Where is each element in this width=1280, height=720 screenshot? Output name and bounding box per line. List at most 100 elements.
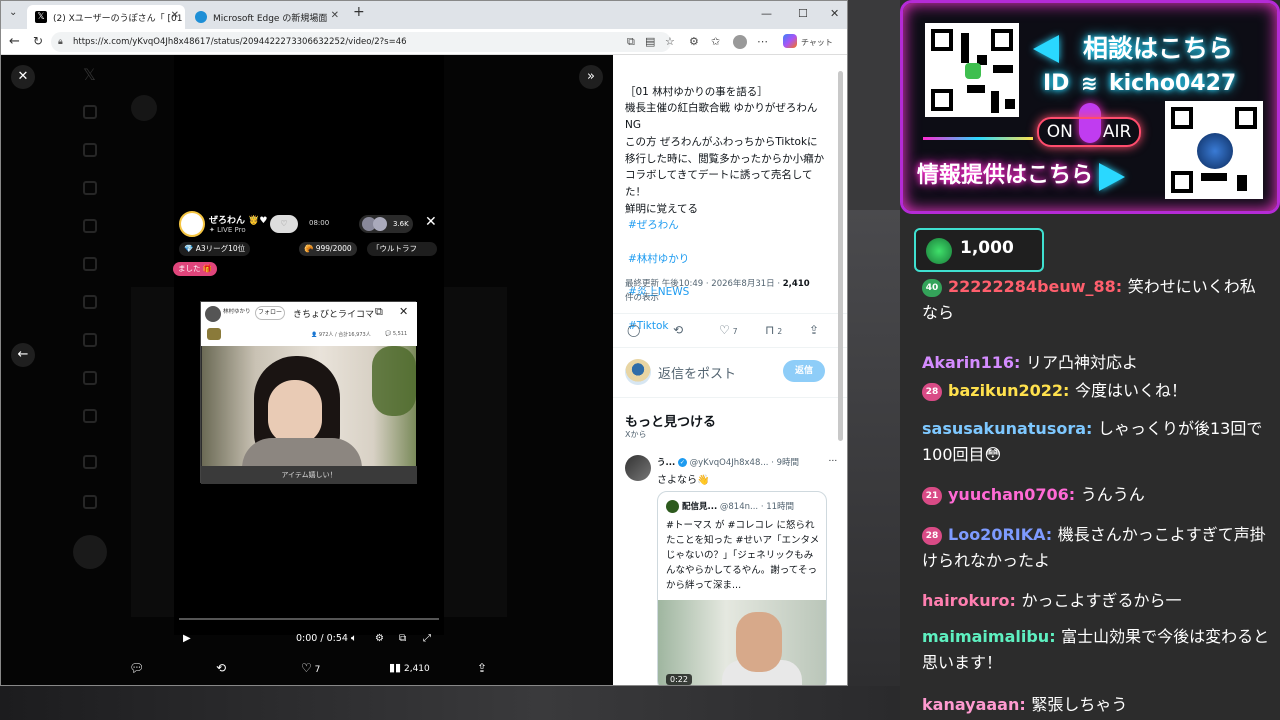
live-header: ぜろわん 🤴♥ ✦ LIVE Pro ♡ 08:00 3.6K ✕ <box>179 211 441 241</box>
play-button[interactable]: ▶ <box>183 633 191 644</box>
fullscreen-icon[interactable]: ⤢ <box>423 633 431 644</box>
sub-title: きちょびとライコマ <box>293 310 375 320</box>
author-avatar <box>131 95 157 121</box>
heart-icon: ♡ <box>301 661 312 675</box>
arrow-right-icon <box>1099 163 1125 191</box>
chat-message: 28 bazikun2022: 今度はいくね！ <box>922 378 1270 404</box>
streamer-name: ぜろわん 🤴♥ <box>209 216 268 226</box>
close-window-icon[interactable]: ✕ <box>830 7 839 20</box>
split-screen-icon[interactable]: ⧉ <box>627 35 635 49</box>
profile-avatar[interactable] <box>733 35 747 49</box>
sub-stats: 👤 972人 / 合計16,973人 <box>311 332 371 338</box>
quote-post[interactable]: 配信見... @814n... · 11時間 #トーマス が #コレコレ に怒ら… <box>657 491 827 685</box>
tweet-actions: ◯ ⟲ ♡ 7 ⊓ 2 ⇪ <box>613 323 847 343</box>
chat-text: リア凸神対応よ <box>1025 353 1138 372</box>
url-field[interactable]: 🔒︎ https://x.com/yKvqO4Jh8x48617/status/… <box>51 32 671 52</box>
media-viewer: 𝕏 ✕ » ← ぜろわん 🤴♥ ✦ LIVE Pro ♡ 08:00 3.6K <box>1 55 613 685</box>
repost-icon[interactable]: ⟲ <box>673 323 683 337</box>
browser-window: ⌄ 𝕏 (2) Xユーザーのうぽさん「 [01 林村ゆ ✕ Microsoft … <box>0 0 848 686</box>
chat-message: hairokuro: かっこよすぎるから一 <box>922 588 1270 614</box>
sub-live-window: 林村ゆかり フォロー きちょびとライコマ ⧉ ✕ 👤 972人 / 合計16,9… <box>200 301 417 484</box>
new-tab-icon[interactable]: + <box>353 4 365 20</box>
post-author-avatar[interactable] <box>625 455 651 481</box>
wifi-icon: ≋ <box>1081 71 1098 95</box>
chat-message: 40 22222284beuw_88: 笑わせにいくわ私なら <box>922 274 1270 326</box>
reply-icon[interactable]: 💬︎ <box>129 661 144 675</box>
tab-label: (2) Xユーザーのうぽさん「 [01 林村ゆ <box>53 13 185 24</box>
notice-pill: ました 🎁 <box>173 262 218 276</box>
stream-overlay: 相談はこちら ID ≋ kicho0427 ON AIR 情報提供はこちら 1,0… <box>900 0 1280 720</box>
like-button[interactable]: ♡ 7 <box>301 661 320 675</box>
chat-message: 28 Loo20RIKA: 機長さんかっこよすぎて声掛けられなかったよ <box>922 522 1270 574</box>
quote-text: #トーマス が #コレコレ に怒られたことを知った #せいア「エンタメじゃないの… <box>666 520 820 591</box>
sub-badge <box>207 328 221 340</box>
consult-heading: 相談はこちら <box>1083 34 1234 63</box>
quote-video-time: 0:22 <box>666 674 692 685</box>
line-icon <box>965 63 981 79</box>
close-viewer-button[interactable]: ✕ <box>11 65 35 89</box>
qr-code-line <box>925 23 1019 117</box>
sub-live-header: 林村ゆかり フォロー きちょびとライコマ ⧉ ✕ 👤 972人 / 合計16,9… <box>201 302 417 346</box>
reply-button[interactable]: 返信 <box>783 360 825 382</box>
sub-avatar <box>205 306 221 322</box>
tab-edge-new[interactable]: Microsoft Edge の新規場面 ✕ <box>187 5 345 29</box>
maximize-icon[interactable]: ☐ <box>798 7 808 20</box>
tweet-meta: 最終更新 午後10:49 · 2026年8月31日 · 2,410 件の表示 <box>625 279 810 303</box>
more-icon[interactable]: ⋯ <box>829 456 838 466</box>
refresh-icon[interactable]: ↻ <box>33 34 43 48</box>
share-icon[interactable]: ⇪ <box>477 661 487 675</box>
chat-username: maimaimalibu: <box>922 627 1062 646</box>
divider <box>613 313 847 314</box>
settings-icon[interactable]: ⚙ <box>375 633 384 644</box>
on-air-sign: ON AIR <box>1037 117 1141 147</box>
edge-icon <box>195 11 207 23</box>
back-icon[interactable]: ← <box>9 34 20 49</box>
reply-icon[interactable]: ◯ <box>627 323 640 337</box>
chat-text: うんうん <box>1080 485 1145 504</box>
star-icon[interactable]: ☆ <box>665 35 675 48</box>
like-button[interactable]: ♡ 7 <box>719 323 738 337</box>
verified-icon: ✓ <box>677 458 687 467</box>
reply-input[interactable]: 返信をポスト <box>658 363 736 382</box>
expand-panel-button[interactable]: » <box>579 65 603 89</box>
extension-icon[interactable]: ⚙ <box>689 35 699 48</box>
pip-icon[interactable]: ⧉ <box>399 633 406 644</box>
grok-icon <box>83 257 97 271</box>
tab-menu-chevron-icon[interactable]: ⌄ <box>9 7 17 18</box>
favorites-icon[interactable]: ✩ <box>711 35 720 48</box>
close-tab-icon[interactable]: ✕ <box>171 10 179 21</box>
profile-icon <box>83 455 97 469</box>
bookmarks-icon <box>83 333 97 347</box>
more-icon <box>83 495 97 509</box>
previous-media-button[interactable]: ← <box>11 343 35 367</box>
quote-video-thumbnail[interactable]: 0:22 <box>658 600 826 685</box>
share-icon[interactable]: ⇪ <box>809 323 819 337</box>
volume-icon[interactable]: 🔈︎ <box>351 633 357 644</box>
bookmark-button[interactable]: ⊓ 2 <box>765 323 782 337</box>
scrollbar[interactable] <box>838 71 843 441</box>
chat-message: sasusakunatusora: しゃっくりが後13回で100回目😳 <box>922 416 1270 468</box>
level-badge: 40 <box>922 278 942 297</box>
tab-x-post[interactable]: 𝕏 (2) Xユーザーのうぽさん「 [01 林村ゆ ✕ <box>27 5 185 29</box>
views-button[interactable]: ▮▮ 2,410 <box>389 661 430 674</box>
copilot-icon[interactable] <box>783 34 797 48</box>
explore-icon <box>83 143 97 157</box>
chat-panel: 1,000 40 22222284beuw_88: 笑わせにいくわ私なら Akari… <box>900 222 1280 720</box>
hashtag[interactable]: #林村ゆかり <box>625 251 825 268</box>
progress-bar[interactable] <box>179 618 439 620</box>
chat-label[interactable]: チャット <box>801 37 833 48</box>
viewer-avatar <box>373 217 387 231</box>
minimize-icon[interactable]: — <box>761 7 772 20</box>
ultra-pill: 「ウルトラフ <box>367 242 437 256</box>
chat-username: hairokuro: <box>922 591 1022 610</box>
more-icon[interactable]: ⋯ <box>757 35 768 48</box>
read-icon[interactable]: ▤ <box>645 35 655 48</box>
chat-username: kanayaaan: <box>922 695 1032 714</box>
chat-username: Akarin116: <box>922 353 1026 372</box>
live-pro-label: ✦ LIVE Pro <box>209 226 246 234</box>
hashtag[interactable]: #ぜろわん <box>625 217 825 234</box>
points-pill: 🥐 999/2000 <box>299 242 357 256</box>
post-button <box>73 535 107 569</box>
repost-icon[interactable]: ⟲ <box>216 661 226 675</box>
close-tab-icon[interactable]: ✕ <box>331 10 339 21</box>
